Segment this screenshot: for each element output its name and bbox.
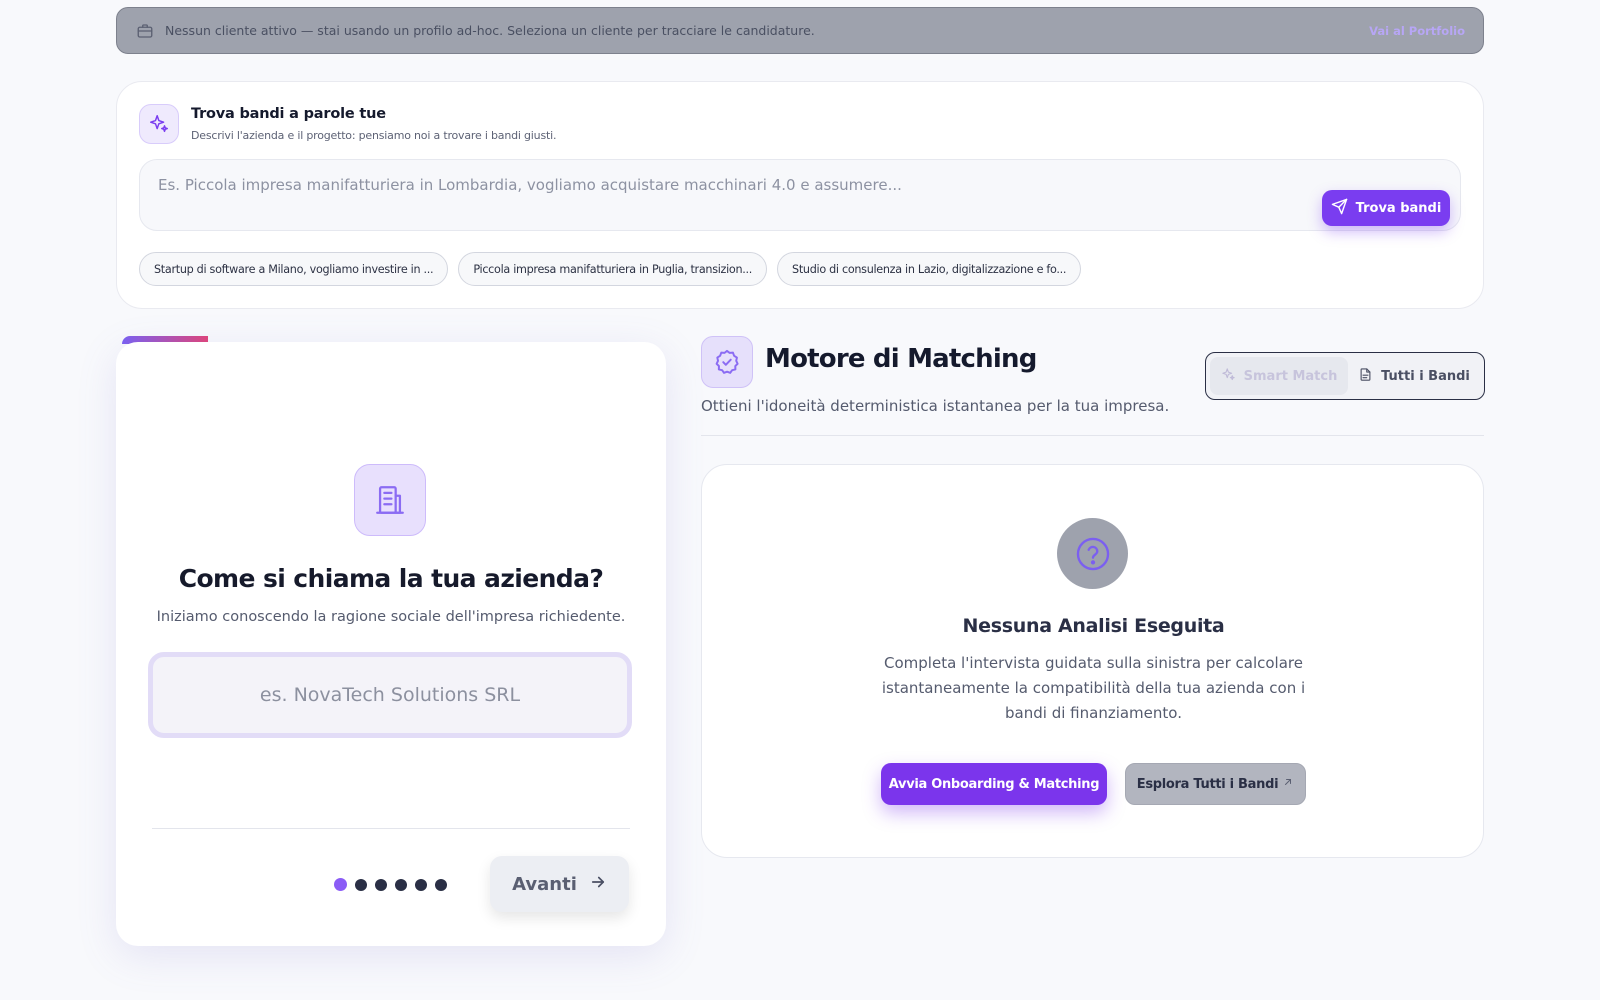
- matching-subtitle: Ottieni l'idoneità deterministica istant…: [701, 397, 1170, 415]
- banner-text: Nessun cliente attivo — stai usando un p…: [165, 23, 815, 38]
- verified-badge-icon: [701, 336, 753, 388]
- wizard-subtitle: Iniziamo conoscendo la ragione sociale d…: [156, 609, 626, 625]
- tab-smart-match-label: Smart Match: [1243, 368, 1338, 384]
- search-title: Trova bandi a parole tue: [191, 106, 386, 122]
- company-name-placeholder: es. NovaTech Solutions SRL: [259, 684, 521, 706]
- suggestion-chip[interactable]: Studio di consulenza in Lazio, digitaliz…: [777, 252, 1082, 286]
- search-placeholder: Es. Piccola impresa manifatturiera in Lo…: [158, 176, 902, 194]
- wizard-question: Come si chiama la tua azienda?: [178, 564, 604, 593]
- step-dot-active: [334, 878, 347, 891]
- matching-result-card: Nessuna Analisi Eseguita Completa l'inte…: [701, 464, 1484, 858]
- step-dot: [375, 878, 387, 891]
- step-dot: [435, 878, 447, 891]
- send-icon: [1331, 198, 1348, 219]
- step-dot: [355, 878, 367, 891]
- find-bandi-label: Trova bandi: [1355, 200, 1442, 216]
- suggestion-chip[interactable]: Startup di software a Milano, vogliamo i…: [139, 252, 449, 286]
- explore-bandi-button[interactable]: Esplora Tutti i Bandi: [1125, 763, 1306, 805]
- onboarding-wizard-card: Come si chiama la tua azienda? Iniziamo …: [116, 342, 666, 946]
- building-icon: [354, 464, 426, 536]
- matching-divider: [701, 435, 1484, 436]
- next-button[interactable]: Avanti: [490, 856, 629, 912]
- step-indicator: [334, 878, 447, 891]
- matching-title: Motore di Matching: [765, 344, 1037, 374]
- empty-state-title: Nessuna Analisi Eseguita: [962, 615, 1225, 637]
- suggestion-chip[interactable]: Piccola impresa manifatturiera in Puglia…: [458, 252, 768, 286]
- step-dot: [395, 878, 407, 891]
- wizard-divider: [152, 828, 630, 829]
- explore-bandi-label: Esplora Tutti i Bandi: [1136, 776, 1279, 792]
- sparkles-icon: [1221, 367, 1236, 386]
- find-bandi-button[interactable]: Trova bandi: [1322, 190, 1450, 226]
- next-label: Avanti: [512, 873, 577, 895]
- step-dot: [415, 878, 427, 891]
- document-icon: [1358, 367, 1373, 386]
- search-textarea[interactable]: Es. Piccola impresa manifatturiera in Lo…: [139, 159, 1461, 231]
- tab-all-bandi-label: Tutti i Bandi: [1381, 368, 1470, 384]
- briefcase-icon: [135, 21, 155, 41]
- tab-smart-match[interactable]: Smart Match: [1210, 357, 1348, 395]
- natural-search-card: Trova bandi a parole tue Descrivi l'azie…: [116, 81, 1484, 309]
- search-subtitle: Descrivi l'azienda e il progetto: pensia…: [191, 129, 557, 142]
- suggestion-chips: Startup di software a Milano, vogliamo i…: [139, 252, 1082, 286]
- company-name-input[interactable]: es. NovaTech Solutions SRL: [148, 652, 632, 738]
- arrow-right-icon: [589, 873, 607, 896]
- external-link-icon: [1282, 776, 1294, 792]
- sparkles-icon: [139, 104, 179, 144]
- start-onboarding-button[interactable]: Avvia Onboarding & Matching: [881, 763, 1107, 805]
- no-client-banner: Nessun cliente attivo — stai usando un p…: [116, 7, 1484, 54]
- tab-all-bandi[interactable]: Tutti i Bandi: [1348, 357, 1480, 395]
- empty-state-description: Completa l'intervista guidata sulla sini…: [881, 654, 1306, 722]
- question-mark-icon: [1057, 518, 1128, 589]
- view-toggle: Smart Match Tutti i Bandi: [1205, 352, 1485, 400]
- portfolio-link[interactable]: Vai al Portfolio: [1369, 24, 1465, 38]
